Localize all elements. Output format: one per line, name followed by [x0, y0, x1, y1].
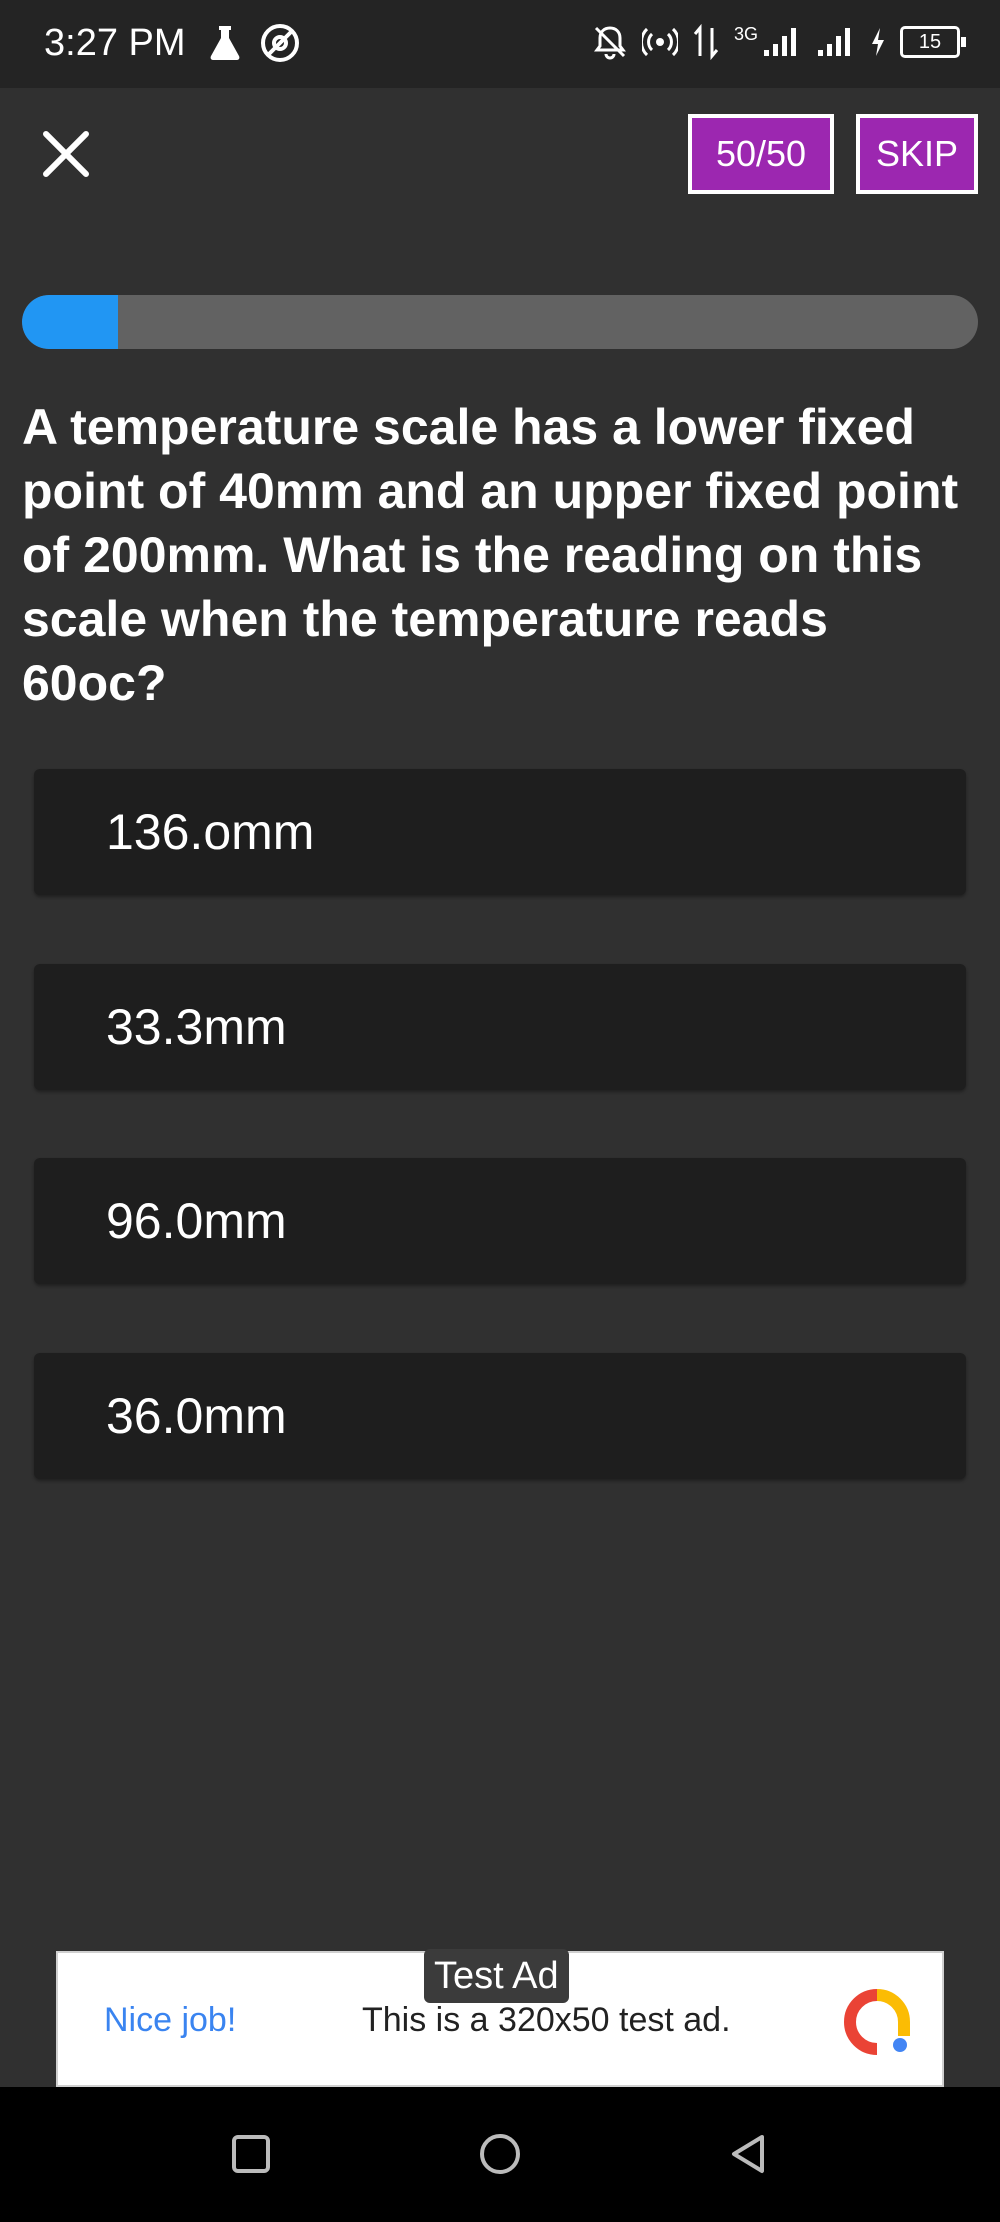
status-time: 3:27 PM — [44, 22, 186, 64]
hotspot-icon — [641, 27, 678, 57]
battery-indicator: 15 — [900, 26, 966, 58]
test-ad-badge: Test Ad — [424, 1949, 569, 2003]
charging-icon — [872, 28, 884, 56]
answer-option-label: 33.3mm — [106, 999, 287, 1055]
recents-icon[interactable] — [228, 2131, 274, 2177]
question-text: A temperature scale has a lower fixed po… — [22, 399, 959, 711]
system-nav-bar — [0, 2087, 1000, 2222]
status-left-icons — [205, 22, 301, 64]
network-type: 3G — [733, 24, 758, 44]
flask-icon — [210, 26, 240, 60]
quiz-progress-fill — [22, 295, 118, 349]
bell-off-icon — [593, 26, 626, 60]
signal-3g-icon — [764, 28, 796, 56]
fifty-fifty-button[interactable]: 50/50 — [688, 114, 834, 194]
ad-logo-icon — [844, 1989, 910, 2055]
answer-option-label: 136.omm — [106, 804, 315, 860]
quiz-progress-bar — [22, 295, 978, 349]
ad-headline: Nice job! — [104, 2001, 237, 2039]
back-icon[interactable] — [726, 2131, 772, 2177]
status-right-icons: 3G 15 — [592, 24, 966, 60]
answer-option-2[interactable]: 33.3mm — [34, 964, 966, 1090]
answer-option-4[interactable]: 36.0mm — [34, 1353, 966, 1479]
answer-option-3[interactable]: 96.0mm — [34, 1158, 966, 1284]
ad-body-text: This is a 320x50 test ad. — [362, 2001, 731, 2039]
skip-button[interactable]: SKIP — [856, 114, 978, 194]
home-icon[interactable] — [477, 2131, 523, 2177]
answer-option-label: 96.0mm — [106, 1193, 287, 1249]
status-bar: 3:27 PM 3G 15 — [0, 0, 1000, 88]
close-icon[interactable] — [40, 128, 92, 180]
answer-option-label: 36.0mm — [106, 1388, 287, 1444]
answer-option-1[interactable]: 136.omm — [34, 769, 966, 895]
data-arrows-icon — [693, 24, 719, 60]
ad-banner[interactable]: Test Ad Nice job! This is a 320x50 test … — [56, 1949, 944, 2087]
at-icon — [261, 24, 299, 62]
signal-icon — [818, 28, 850, 56]
